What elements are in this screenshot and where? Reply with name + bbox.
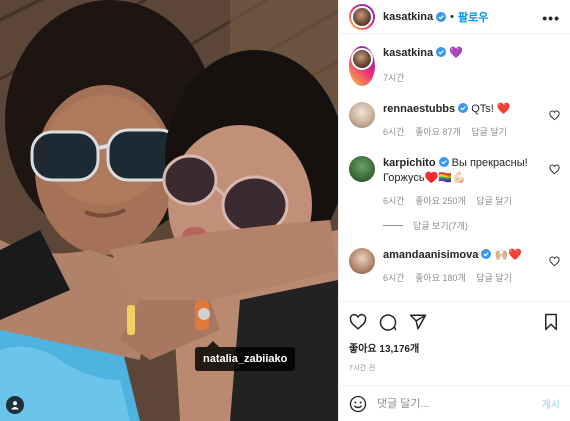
- comment-input[interactable]: [377, 397, 527, 410]
- paper-plane-icon[interactable]: [409, 313, 427, 331]
- follow-button[interactable]: 팔로우: [458, 9, 488, 25]
- commenter-username[interactable]: rennaestubbs: [383, 103, 455, 115]
- post-header: kasatkina • 팔로우 •••: [339, 0, 570, 34]
- reply-button[interactable]: 답글 달기: [476, 196, 512, 206]
- comment-like-heart-icon[interactable]: [549, 256, 560, 267]
- verified-badge-icon: [436, 47, 447, 57]
- header-separator: •: [450, 10, 455, 23]
- commenter-username[interactable]: karpichito: [383, 157, 436, 169]
- comment-likes[interactable]: 좋아요 87개: [415, 127, 461, 137]
- comment-likes[interactable]: 좋아요 180개: [415, 273, 466, 283]
- comment-time: 6시간: [383, 273, 405, 283]
- bookmark-icon[interactable]: [542, 313, 560, 331]
- comment-text: 🙌🏼❤️: [494, 249, 522, 261]
- verified-badge-icon: [458, 103, 469, 113]
- comment-time: 6시간: [383, 127, 405, 137]
- comment-like-heart-icon[interactable]: [549, 110, 560, 121]
- view-replies-button[interactable]: 답글 보기(7개): [383, 219, 560, 232]
- post-actions: 좋아요 13,176개 7시간 전: [339, 301, 570, 373]
- comment-like-heart-icon[interactable]: [549, 164, 560, 175]
- action-icons-row: [349, 310, 560, 334]
- caption-avatar[interactable]: [349, 46, 375, 86]
- comment-time: 6시간: [383, 196, 405, 206]
- more-options-icon[interactable]: •••: [542, 10, 560, 26]
- author-username[interactable]: kasatkina: [383, 11, 433, 23]
- verified-badge-icon: [481, 249, 492, 259]
- instagram-post: natalia_zabiiako kasatkina • 팔로우 ••• kas…: [0, 0, 570, 421]
- likes-count[interactable]: 좋아요 13,176개: [349, 340, 560, 355]
- verified-badge-icon: [438, 157, 449, 167]
- post-sidebar: kasatkina • 팔로우 ••• kasatkina 💜 7시간 renn…: [338, 0, 570, 421]
- comment-item: karpichito Вы прекрасны! Горжусь♥️🏳️‍🌈💪🏻…: [349, 156, 560, 209]
- comments-list: kasatkina 💜 7시간 rennaestubbs QTs! ❤️ 6시간…: [339, 34, 570, 301]
- caption: kasatkina 💜 7시간: [349, 34, 560, 86]
- post-photo[interactable]: natalia_zabiiako: [0, 0, 338, 421]
- verified-badge-icon: [436, 11, 447, 22]
- caption-time: 7시간: [383, 73, 405, 83]
- view-replies-label: 답글 보기(7개): [413, 221, 468, 231]
- reply-button[interactable]: 답글 달기: [471, 127, 507, 137]
- user-tag-icon[interactable]: [6, 396, 24, 414]
- author-avatar[interactable]: [349, 3, 375, 30]
- comment-item: amandaanisimova 🙌🏼❤️ 6시간 좋아요 180개 답글 달기: [349, 248, 560, 286]
- comment-icon[interactable]: [379, 313, 397, 331]
- post-age: 7시간 전: [349, 365, 376, 372]
- photo-user-tag[interactable]: natalia_zabiiako: [195, 341, 296, 371]
- commenter-avatar[interactable]: [349, 102, 375, 128]
- heart-icon[interactable]: [349, 313, 367, 331]
- caption-username[interactable]: kasatkina: [383, 47, 433, 59]
- commenter-avatar[interactable]: [349, 156, 375, 182]
- comment-likes[interactable]: 좋아요 250개: [415, 196, 466, 206]
- commenter-username[interactable]: amandaanisimova: [383, 249, 478, 261]
- commenter-avatar[interactable]: [349, 248, 375, 274]
- comment-item: rennaestubbs QTs! ❤️ 6시간 좋아요 87개 답글 달기: [349, 102, 560, 140]
- post-comment-button[interactable]: 게시: [542, 396, 560, 411]
- reply-button[interactable]: 답글 달기: [476, 273, 512, 283]
- comment-text: QTs! ❤️: [471, 103, 511, 115]
- caption-text: 💜: [449, 47, 463, 59]
- add-comment-bar: 게시: [339, 385, 570, 421]
- smiley-icon[interactable]: [349, 395, 367, 413]
